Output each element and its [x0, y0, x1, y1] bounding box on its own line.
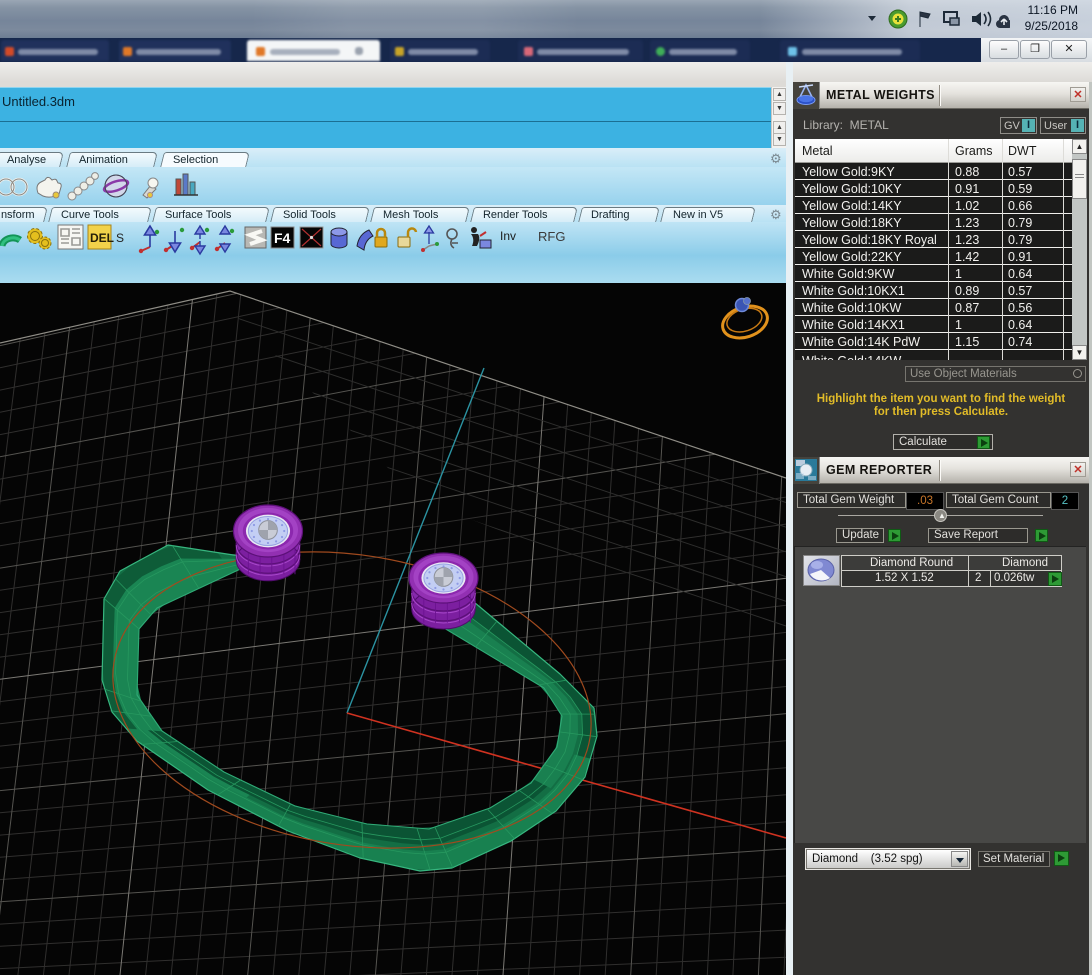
svg-text:S: S: [116, 231, 124, 245]
svg-text:RFG: RFG: [538, 229, 565, 244]
svg-text:DEL: DEL: [90, 231, 114, 245]
svg-text:Inv: Inv: [500, 229, 516, 243]
svg-text:F4: F4: [274, 230, 291, 246]
